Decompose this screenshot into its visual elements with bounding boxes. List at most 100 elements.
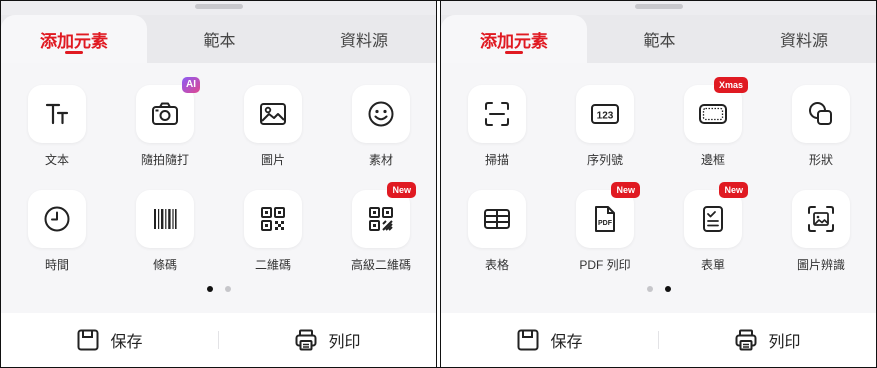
element-item-image-recognition[interactable]: 圖片辨識	[771, 190, 871, 273]
bottom-bar: 保存 列印	[1, 313, 436, 367]
serial-number-icon: 123	[591, 104, 619, 124]
tab-templates[interactable]: 範本	[587, 15, 732, 63]
print-button[interactable]: 列印	[659, 313, 876, 367]
tab-label: 添加元素	[40, 31, 108, 51]
tab-data-source[interactable]: 資料源	[732, 15, 876, 63]
page-dot[interactable]	[646, 286, 653, 292]
print-label: 列印	[328, 334, 361, 351]
element-tile[interactable]: PDF New	[576, 182, 640, 248]
element-tile[interactable]: AI	[136, 77, 200, 143]
element-tile[interactable]	[136, 190, 194, 248]
element-label: 形狀	[808, 153, 833, 167]
element-tile[interactable]	[468, 85, 526, 143]
clock-icon	[44, 206, 70, 232]
element-label: 圖片	[260, 153, 285, 167]
element-item-scan[interactable]: 掃描	[447, 85, 547, 168]
element-item-serial-number[interactable]: 123 序列號	[555, 85, 655, 168]
smiley-icon	[368, 101, 394, 127]
tab-label: 範本	[203, 33, 236, 50]
page-indicator[interactable]	[646, 286, 671, 292]
page-dot[interactable]	[224, 286, 231, 292]
tab-add-element[interactable]: 添加元素	[441, 15, 587, 63]
save-icon	[77, 329, 99, 351]
element-tile[interactable]: New	[684, 182, 748, 248]
element-tile[interactable]	[28, 190, 86, 248]
element-item-text[interactable]: 文本	[7, 85, 107, 168]
tab-label: 資料源	[779, 33, 828, 50]
element-grid: 掃描 123 序列號 Xmas 邊框 形狀 表格 PDF New PDF 列印 …	[441, 63, 876, 313]
element-item-form[interactable]: New 表單	[663, 182, 763, 273]
tab-bar: 添加元素 範本 資料源	[1, 15, 436, 63]
active-tab-indicator	[505, 51, 523, 54]
scan-icon	[485, 102, 509, 126]
element-item-image[interactable]: 圖片	[223, 85, 323, 168]
screenshot-root: 添加元素 範本 資料源 文本 AI 隨拍隨打 圖片 素材 時間 條碼 二維碼 N…	[0, 0, 877, 368]
element-item-pdf-print[interactable]: PDF New PDF 列印	[555, 182, 655, 273]
save-button[interactable]: 保存	[1, 313, 218, 367]
top-bar	[441, 1, 876, 15]
pdf-file-icon: PDF	[595, 206, 615, 232]
printer-icon	[735, 329, 757, 351]
element-item-qr-code[interactable]: 二維碼	[223, 190, 323, 273]
element-tile[interactable]: New	[352, 182, 416, 248]
qr-code-icon	[261, 207, 285, 231]
active-tab-indicator	[65, 51, 83, 54]
new-badge: New	[611, 182, 640, 198]
ai-badge: AI	[182, 77, 200, 93]
tab-add-element[interactable]: 添加元素	[1, 15, 147, 63]
tab-label: 範本	[643, 33, 676, 50]
element-item-advanced-qr-code[interactable]: New 高級二維碼	[331, 182, 431, 273]
element-grid: 文本 AI 隨拍隨打 圖片 素材 時間 條碼 二維碼 New 高級二維碼	[1, 63, 436, 313]
element-item-snap-print[interactable]: AI 隨拍隨打	[115, 77, 215, 168]
xmas-badge: Xmas	[713, 77, 748, 93]
shape-icon	[809, 102, 832, 125]
element-item-border[interactable]: Xmas 邊框	[663, 77, 763, 168]
element-label: 圖片辨識	[796, 258, 845, 272]
element-item-table[interactable]: 表格	[447, 190, 547, 273]
right-panel: 添加元素 範本 資料源 掃描 123 序列號 Xmas 邊框 形狀 表格 PDF…	[441, 1, 876, 367]
tab-label: 添加元素	[480, 31, 548, 51]
element-tile[interactable]	[792, 85, 850, 143]
top-bar	[1, 1, 436, 15]
printer-icon	[295, 329, 317, 351]
element-label: 高級二維碼	[350, 258, 411, 272]
save-label: 保存	[110, 334, 143, 351]
element-item-time[interactable]: 時間	[7, 190, 107, 273]
element-tile[interactable]	[244, 85, 302, 143]
image-icon	[260, 103, 286, 125]
element-tile[interactable]	[244, 190, 302, 248]
page-indicator[interactable]	[206, 286, 231, 292]
element-label: 條碼	[152, 258, 177, 272]
element-item-material[interactable]: 素材	[331, 85, 431, 168]
page-dot-active[interactable]	[664, 286, 671, 292]
element-tile[interactable]	[28, 85, 86, 143]
print-button[interactable]: 列印	[219, 313, 436, 367]
element-item-barcode[interactable]: 條碼	[115, 190, 215, 273]
element-label: 掃描	[484, 153, 509, 167]
element-tile[interactable]	[352, 85, 410, 143]
save-button[interactable]: 保存	[441, 313, 658, 367]
element-label: 表單	[700, 258, 725, 272]
element-tile[interactable]: 123	[576, 85, 634, 143]
new-badge: New	[719, 182, 748, 198]
tab-bar: 添加元素 範本 資料源	[441, 15, 876, 63]
element-tile[interactable]	[792, 190, 850, 248]
element-label: PDF 列印	[579, 258, 631, 272]
image-recognition-icon	[808, 206, 834, 232]
element-tile[interactable]	[468, 190, 526, 248]
drag-handle[interactable]	[194, 4, 243, 9]
drag-handle[interactable]	[634, 4, 683, 9]
element-item-shape[interactable]: 形狀	[771, 85, 871, 168]
print-label: 列印	[768, 334, 801, 351]
svg-text:123: 123	[597, 111, 614, 122]
element-label: 隨拍隨打	[140, 153, 189, 167]
element-tile[interactable]: Xmas	[684, 77, 748, 143]
page-dot-active[interactable]	[206, 286, 213, 292]
new-badge: New	[387, 182, 416, 198]
barcode-icon	[154, 209, 177, 229]
element-label: 序列號	[586, 153, 623, 167]
tab-data-source[interactable]: 資料源	[292, 15, 436, 63]
text-size-icon	[45, 103, 69, 125]
element-label: 邊框	[700, 153, 725, 167]
tab-templates[interactable]: 範本	[147, 15, 292, 63]
